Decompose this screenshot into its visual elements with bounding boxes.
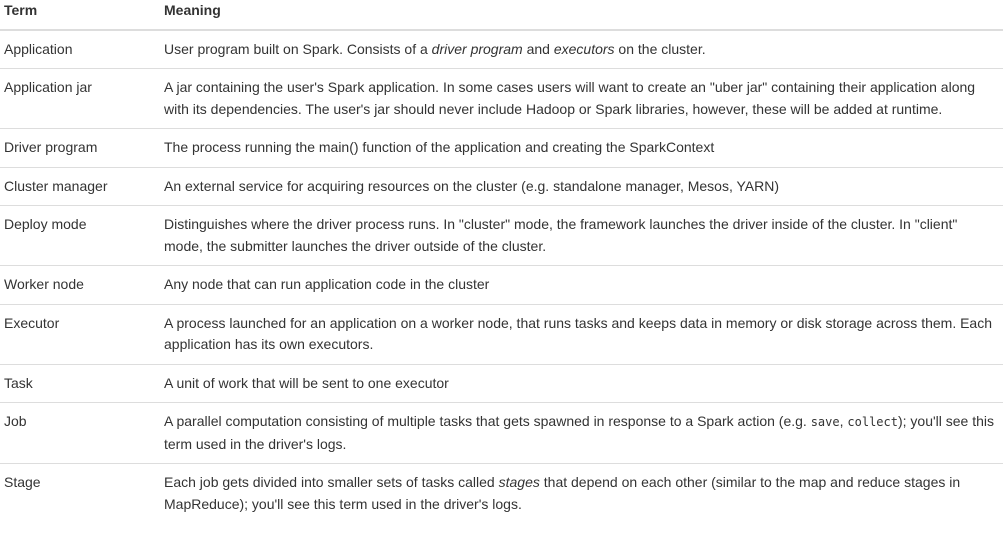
- term-cell: Executor: [0, 303, 160, 364]
- table-row: Cluster manager An external service for …: [0, 166, 1003, 206]
- table-row: Driver program The process running the m…: [0, 128, 1003, 167]
- meaning-column-header: Meaning: [160, 0, 1003, 31]
- meaning-cell: Any node that can run application code i…: [160, 265, 1003, 304]
- meaning-cell: A unit of work that will be sent to one …: [160, 363, 1003, 403]
- meaning-text: A process launched for an application on…: [164, 314, 993, 353]
- term-column-header: Term: [0, 0, 160, 31]
- meaning-cell: Each job gets divided into smaller sets …: [160, 463, 1003, 523]
- table-row: Application User program built on Spark.…: [0, 30, 1003, 69]
- table-row: Executor A process launched for an appli…: [0, 303, 1003, 364]
- meaning-cell: A process launched for an application on…: [160, 303, 1003, 364]
- meaning-text: An external service for acquiring resour…: [164, 177, 780, 194]
- table-header: Term Meaning: [0, 0, 1003, 31]
- term-cell: Application jar: [0, 68, 160, 129]
- table-row: Application jar A jar containing the use…: [0, 68, 1003, 129]
- meaning-text: Any node that can run application code i…: [164, 276, 490, 292]
- table-row: Stage Each job gets divided into smaller…: [0, 463, 1003, 523]
- meaning-text: Each job gets divided into smaller sets …: [164, 474, 499, 490]
- term-cell: Worker node: [0, 265, 160, 304]
- table-row: Task A unit of work that will be sent to…: [0, 363, 1003, 403]
- term-cell: Deploy mode: [0, 205, 160, 266]
- meaning-cell: An external service for acquiring resour…: [160, 166, 1003, 206]
- meaning-text: The process running the main() function …: [164, 139, 715, 155]
- table-body: Application User program built on Spark.…: [0, 30, 1003, 523]
- meaning-text: A jar containing the user's Spark applic…: [164, 79, 976, 117]
- meaning-cell: Distinguishes where the driver process r…: [160, 205, 1003, 266]
- term-cell: Cluster manager: [0, 166, 160, 206]
- term-cell: Application: [4, 40, 73, 57]
- term-cell: Task: [0, 363, 160, 403]
- table-row: Job A parallel computation consisting of…: [0, 402, 1003, 464]
- meaning-cell: A jar containing the user's Spark applic…: [160, 68, 1003, 129]
- term-cell: Driver program: [0, 128, 160, 167]
- meaning-text: A unit of work that will be sent to one …: [164, 374, 449, 391]
- term-cell: Job: [0, 402, 160, 464]
- header-row: Term Meaning: [0, 0, 1003, 31]
- emphasis-text: driver program: [431, 40, 523, 57]
- emphasis-text: stages: [498, 474, 540, 490]
- meaning-text: A parallel computation consisting of mul…: [164, 413, 811, 429]
- meaning-cell: User program built on Spark. Consists of…: [160, 30, 1003, 69]
- meaning-cell: A parallel computation consisting of mul…: [160, 402, 1003, 464]
- code-text: collect: [847, 415, 898, 429]
- code-text: save: [810, 415, 840, 429]
- meaning-text: Distinguishes where the driver process r…: [164, 216, 958, 254]
- glossary-table: Term Meaning Application User program bu…: [0, 0, 1003, 523]
- term-cell: Stage: [0, 463, 160, 523]
- meaning-text: on the cluster.: [614, 40, 706, 57]
- table-row: Worker node Any node that can run applic…: [0, 265, 1003, 304]
- meaning-cell: The process running the main() function …: [160, 128, 1003, 167]
- meaning-text: and: [522, 40, 554, 57]
- table-row: Deploy mode Distinguishes where the driv…: [0, 205, 1003, 266]
- meaning-text: User program built on Spark. Consists of…: [164, 40, 432, 57]
- emphasis-text: executors: [553, 40, 615, 57]
